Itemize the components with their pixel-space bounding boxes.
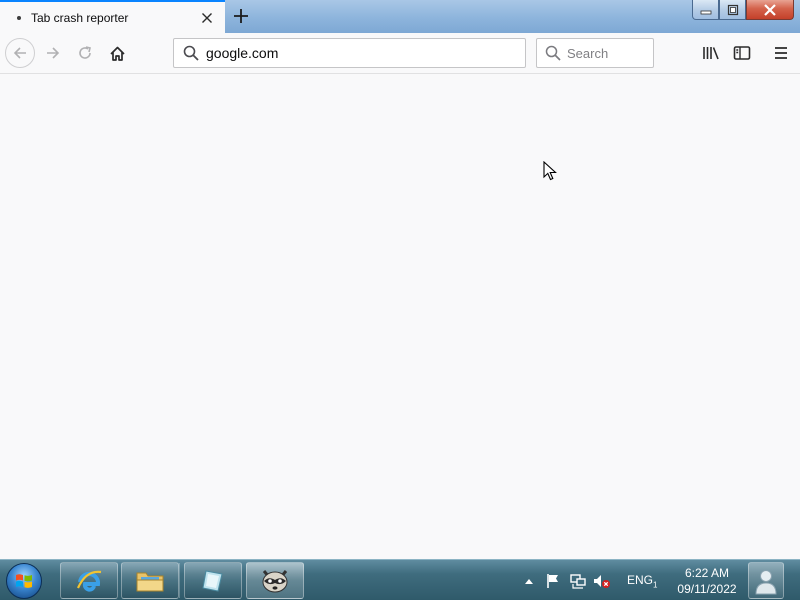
tab-title: Tab crash reporter (31, 10, 129, 25)
clock-time: 6:22 AM (684, 566, 730, 580)
language-layout-number: 1 (653, 580, 658, 590)
network-icon (570, 573, 586, 589)
restore-icon (727, 4, 738, 15)
search-input[interactable] (567, 45, 647, 61)
flag-icon (547, 573, 558, 588)
taskbar-divider (179, 563, 180, 598)
search-icon (545, 45, 561, 61)
menu-button[interactable] (769, 41, 793, 65)
internet-explorer-icon (76, 570, 102, 592)
language-indicator[interactable]: ENG1 (627, 573, 657, 589)
language-code: ENG (627, 573, 654, 587)
volume-muted-icon (594, 574, 610, 588)
title-bar: Tab crash reporter (0, 0, 800, 33)
network-button[interactable] (568, 560, 588, 600)
window-controls (692, 0, 794, 20)
volume-button[interactable] (592, 560, 612, 600)
minimize-button[interactable] (692, 0, 719, 20)
search-bar[interactable] (536, 38, 654, 68)
raccoon-icon (262, 569, 288, 592)
windows-logo-icon (6, 562, 42, 599)
action-center-button[interactable] (543, 560, 563, 600)
reload-button[interactable] (70, 38, 100, 68)
close-icon (202, 12, 212, 23)
window-close-button[interactable] (746, 0, 794, 20)
chevron-up-icon (525, 578, 533, 584)
restore-button[interactable] (719, 0, 746, 20)
navigation-toolbar (0, 33, 800, 74)
new-tab-button[interactable] (229, 5, 253, 27)
home-button[interactable] (102, 38, 132, 68)
close-icon (764, 3, 776, 16)
plus-icon (234, 9, 248, 23)
address-bar[interactable] (173, 38, 526, 68)
reload-icon (79, 46, 91, 59)
app-icon (202, 569, 223, 592)
back-button[interactable] (5, 38, 35, 68)
hamburger-menu-icon (775, 47, 787, 59)
taskbar: ENG1 6:22 AM 09/11/2022 (0, 559, 800, 600)
tab-favicon (17, 15, 21, 20)
sidebar-button[interactable] (730, 41, 754, 65)
arrow-left-icon (13, 47, 26, 59)
library-button[interactable] (699, 41, 723, 65)
arrow-right-icon (47, 47, 60, 59)
page-content[interactable] (0, 74, 800, 559)
clock[interactable]: 6:22 AM 09/11/2022 (672, 565, 742, 597)
folder-icon (136, 572, 164, 591)
taskbar-internet-explorer[interactable] (60, 562, 118, 599)
url-input[interactable] (206, 45, 506, 61)
taskbar-raccoon-app[interactable] (246, 562, 304, 599)
user-tile-button[interactable] (748, 562, 784, 599)
mouse-cursor-icon (543, 161, 557, 181)
clock-date: 09/11/2022 (677, 582, 737, 596)
search-icon (183, 45, 199, 61)
taskbar-app[interactable] (184, 562, 242, 599)
home-icon (109, 46, 125, 61)
start-button[interactable] (4, 561, 44, 600)
tab-active[interactable]: Tab crash reporter (0, 0, 225, 33)
minimize-icon (700, 10, 711, 14)
user-icon (755, 569, 777, 594)
forward-button[interactable] (38, 38, 68, 68)
taskbar-file-explorer[interactable] (121, 562, 179, 599)
library-icon (703, 47, 719, 60)
tab-close-button[interactable] (197, 8, 217, 28)
sidebar-icon (733, 46, 751, 60)
show-hidden-icons-button[interactable] (522, 560, 536, 600)
